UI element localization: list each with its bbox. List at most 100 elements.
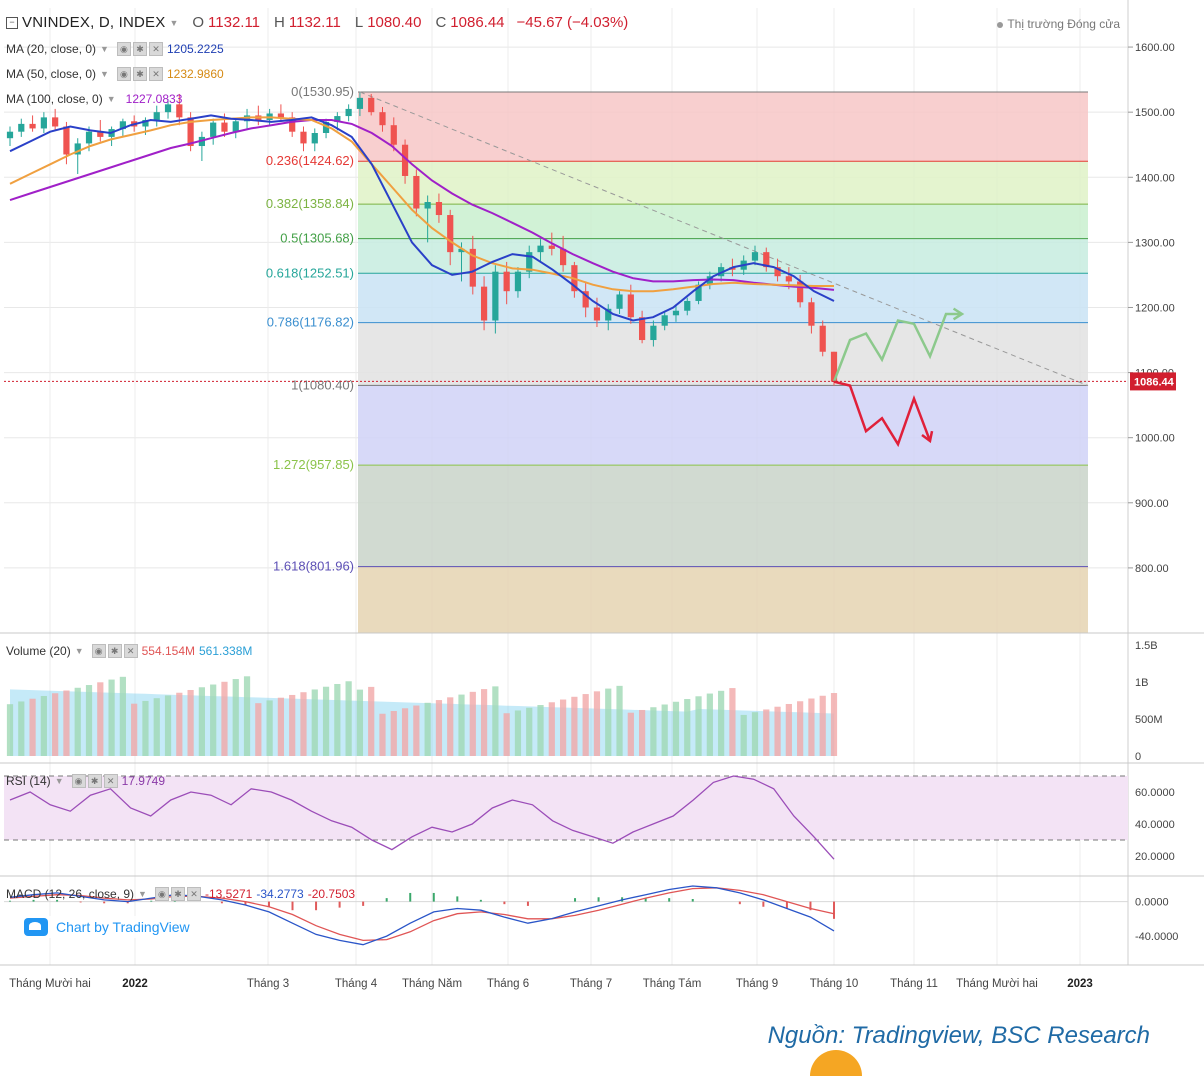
chevron-down-icon[interactable]: ▼ <box>55 776 64 786</box>
volume-bar <box>639 709 646 756</box>
ma100-value: 1227.0833 <box>125 92 183 106</box>
chevron-down-icon[interactable]: ▼ <box>138 889 147 899</box>
volume-bar <box>232 679 239 756</box>
gear-icon[interactable]: ✱ <box>132 42 147 56</box>
time-tick-label: Tháng 9 <box>736 978 778 990</box>
candle-body <box>639 317 646 341</box>
rsi-legend[interactable]: RSI (14) ▼ ◉ ✱ ✕ 17.9749 <box>6 774 165 788</box>
gear-icon[interactable]: ✱ <box>170 887 185 901</box>
chevron-down-icon[interactable]: ▼ <box>100 44 109 54</box>
gear-icon[interactable]: ✱ <box>132 67 147 81</box>
time-tick-label: Tháng Mười hai <box>9 978 91 990</box>
volume-bar <box>277 697 285 756</box>
time-tick-label: Tháng 4 <box>335 978 378 990</box>
status-dot-icon <box>997 21 1004 28</box>
close-icon[interactable]: ✕ <box>148 67 163 81</box>
volume-bar <box>40 695 47 756</box>
volume-tick-label: 500M <box>1135 714 1163 726</box>
volume-bar <box>413 705 420 756</box>
fib-level-label: 0.382(1358.84) <box>266 196 354 211</box>
volume-tick-label: 1.5B <box>1135 640 1158 652</box>
volume-bar <box>751 712 759 756</box>
volume-bar <box>424 702 431 756</box>
volume-bar <box>537 705 544 756</box>
volume-bar <box>131 703 138 756</box>
volume-value-2: 561.338M <box>199 644 253 658</box>
macd-label: MACD (12, 26, close, 9) <box>6 887 135 901</box>
eye-icon[interactable]: ◉ <box>91 644 106 658</box>
time-tick-label: Tháng 3 <box>247 978 289 990</box>
candle-body <box>751 252 759 261</box>
volume-bar <box>311 689 318 756</box>
high-value: 1132.11 <box>288 14 341 31</box>
candle-body <box>435 202 443 216</box>
ma100-legend[interactable]: MA (100, close, 0) ▼ 1227.0833 <box>6 92 182 106</box>
candle-body <box>480 286 488 321</box>
volume-bar <box>582 694 589 756</box>
chevron-down-icon[interactable]: ▼ <box>100 69 109 79</box>
rsi-tick-label: 20.0000 <box>1135 851 1175 863</box>
volume-bar <box>243 676 251 756</box>
candle-body <box>684 300 691 311</box>
close-label: C <box>435 14 447 31</box>
chevron-down-icon[interactable]: ▼ <box>107 94 116 104</box>
volume-bar <box>797 701 804 756</box>
volume-legend[interactable]: Volume (20) ▼ ◉ ✱ ✕ 554.154M 561.338M <box>6 644 252 658</box>
gear-icon[interactable]: ✱ <box>87 774 102 788</box>
eye-icon[interactable]: ◉ <box>116 67 131 81</box>
close-icon[interactable]: ✕ <box>123 644 138 658</box>
price-tick-label: 1600.00 <box>1135 42 1175 54</box>
candle-body <box>368 97 375 113</box>
candle-body <box>18 123 25 132</box>
chevron-down-icon[interactable]: ▼ <box>169 18 178 28</box>
ma20-value: 1205.2225 <box>166 42 224 56</box>
collapse-icon[interactable]: − <box>6 16 18 29</box>
volume-bar <box>142 700 149 756</box>
candle-body <box>492 271 499 321</box>
time-tick-label: Tháng 7 <box>570 978 612 990</box>
volume-bar <box>210 684 217 756</box>
time-tick-label: 2022 <box>122 978 148 990</box>
candle-body <box>447 215 454 253</box>
volume-bar <box>119 676 126 756</box>
volume-bar <box>74 687 81 756</box>
symbol-header: − VNINDEX, D, INDEX ▼ O 1132.11 H 1132.11 … <box>6 14 628 31</box>
volume-bar <box>616 685 623 756</box>
close-icon[interactable]: ✕ <box>186 887 201 901</box>
gear-icon[interactable]: ✱ <box>107 644 122 658</box>
macd-value-1: -13.5271 <box>204 887 253 901</box>
volume-bar <box>334 683 341 756</box>
candle-body <box>627 294 634 318</box>
volume-bar <box>559 699 567 756</box>
source-caption: Nguồn: Tradingview, BSC Research <box>767 1022 1150 1049</box>
candle-body <box>52 117 59 127</box>
change-value: −45.67 (−4.03%) <box>516 14 629 31</box>
rsi-label: RSI (14) <box>6 774 51 788</box>
close-icon[interactable]: ✕ <box>148 42 163 56</box>
volume-bar <box>469 691 476 756</box>
volume-bar <box>830 693 838 756</box>
macd-tick-label: -40.0000 <box>1135 931 1178 943</box>
chevron-down-icon[interactable]: ▼ <box>75 646 84 656</box>
close-icon[interactable]: ✕ <box>103 774 118 788</box>
candle-body <box>176 104 183 118</box>
volume-bar <box>458 694 465 756</box>
fib-level-label: 1.272(957.85) <box>273 457 354 472</box>
volume-bar <box>345 681 352 756</box>
eye-icon[interactable]: ◉ <box>154 887 169 901</box>
volume-bar <box>492 686 499 756</box>
tradingview-text: Chart by TradingView <box>56 919 190 935</box>
volume-bar <box>255 703 262 756</box>
candle-body <box>311 133 318 144</box>
ma50-legend[interactable]: MA (50, close, 0) ▼ ◉ ✱ ✕ 1232.9860 <box>6 67 224 81</box>
macd-legend[interactable]: MACD (12, 26, close, 9) ▼ ◉ ✱ ✕ -13.5271 -3… <box>6 887 355 901</box>
eye-icon[interactable]: ◉ <box>71 774 86 788</box>
volume-bar <box>356 689 364 756</box>
volume-bar <box>447 697 454 756</box>
volume-bar <box>571 696 578 756</box>
ma20-legend[interactable]: MA (20, close, 0) ▼ ◉ ✱ ✕ 1205.2225 <box>6 42 224 56</box>
low-value: 1080.40 <box>367 14 422 31</box>
eye-icon[interactable]: ◉ <box>116 42 131 56</box>
tradingview-logo[interactable]: Chart by TradingView <box>18 916 196 938</box>
ma50-value: 1232.9860 <box>166 67 224 81</box>
